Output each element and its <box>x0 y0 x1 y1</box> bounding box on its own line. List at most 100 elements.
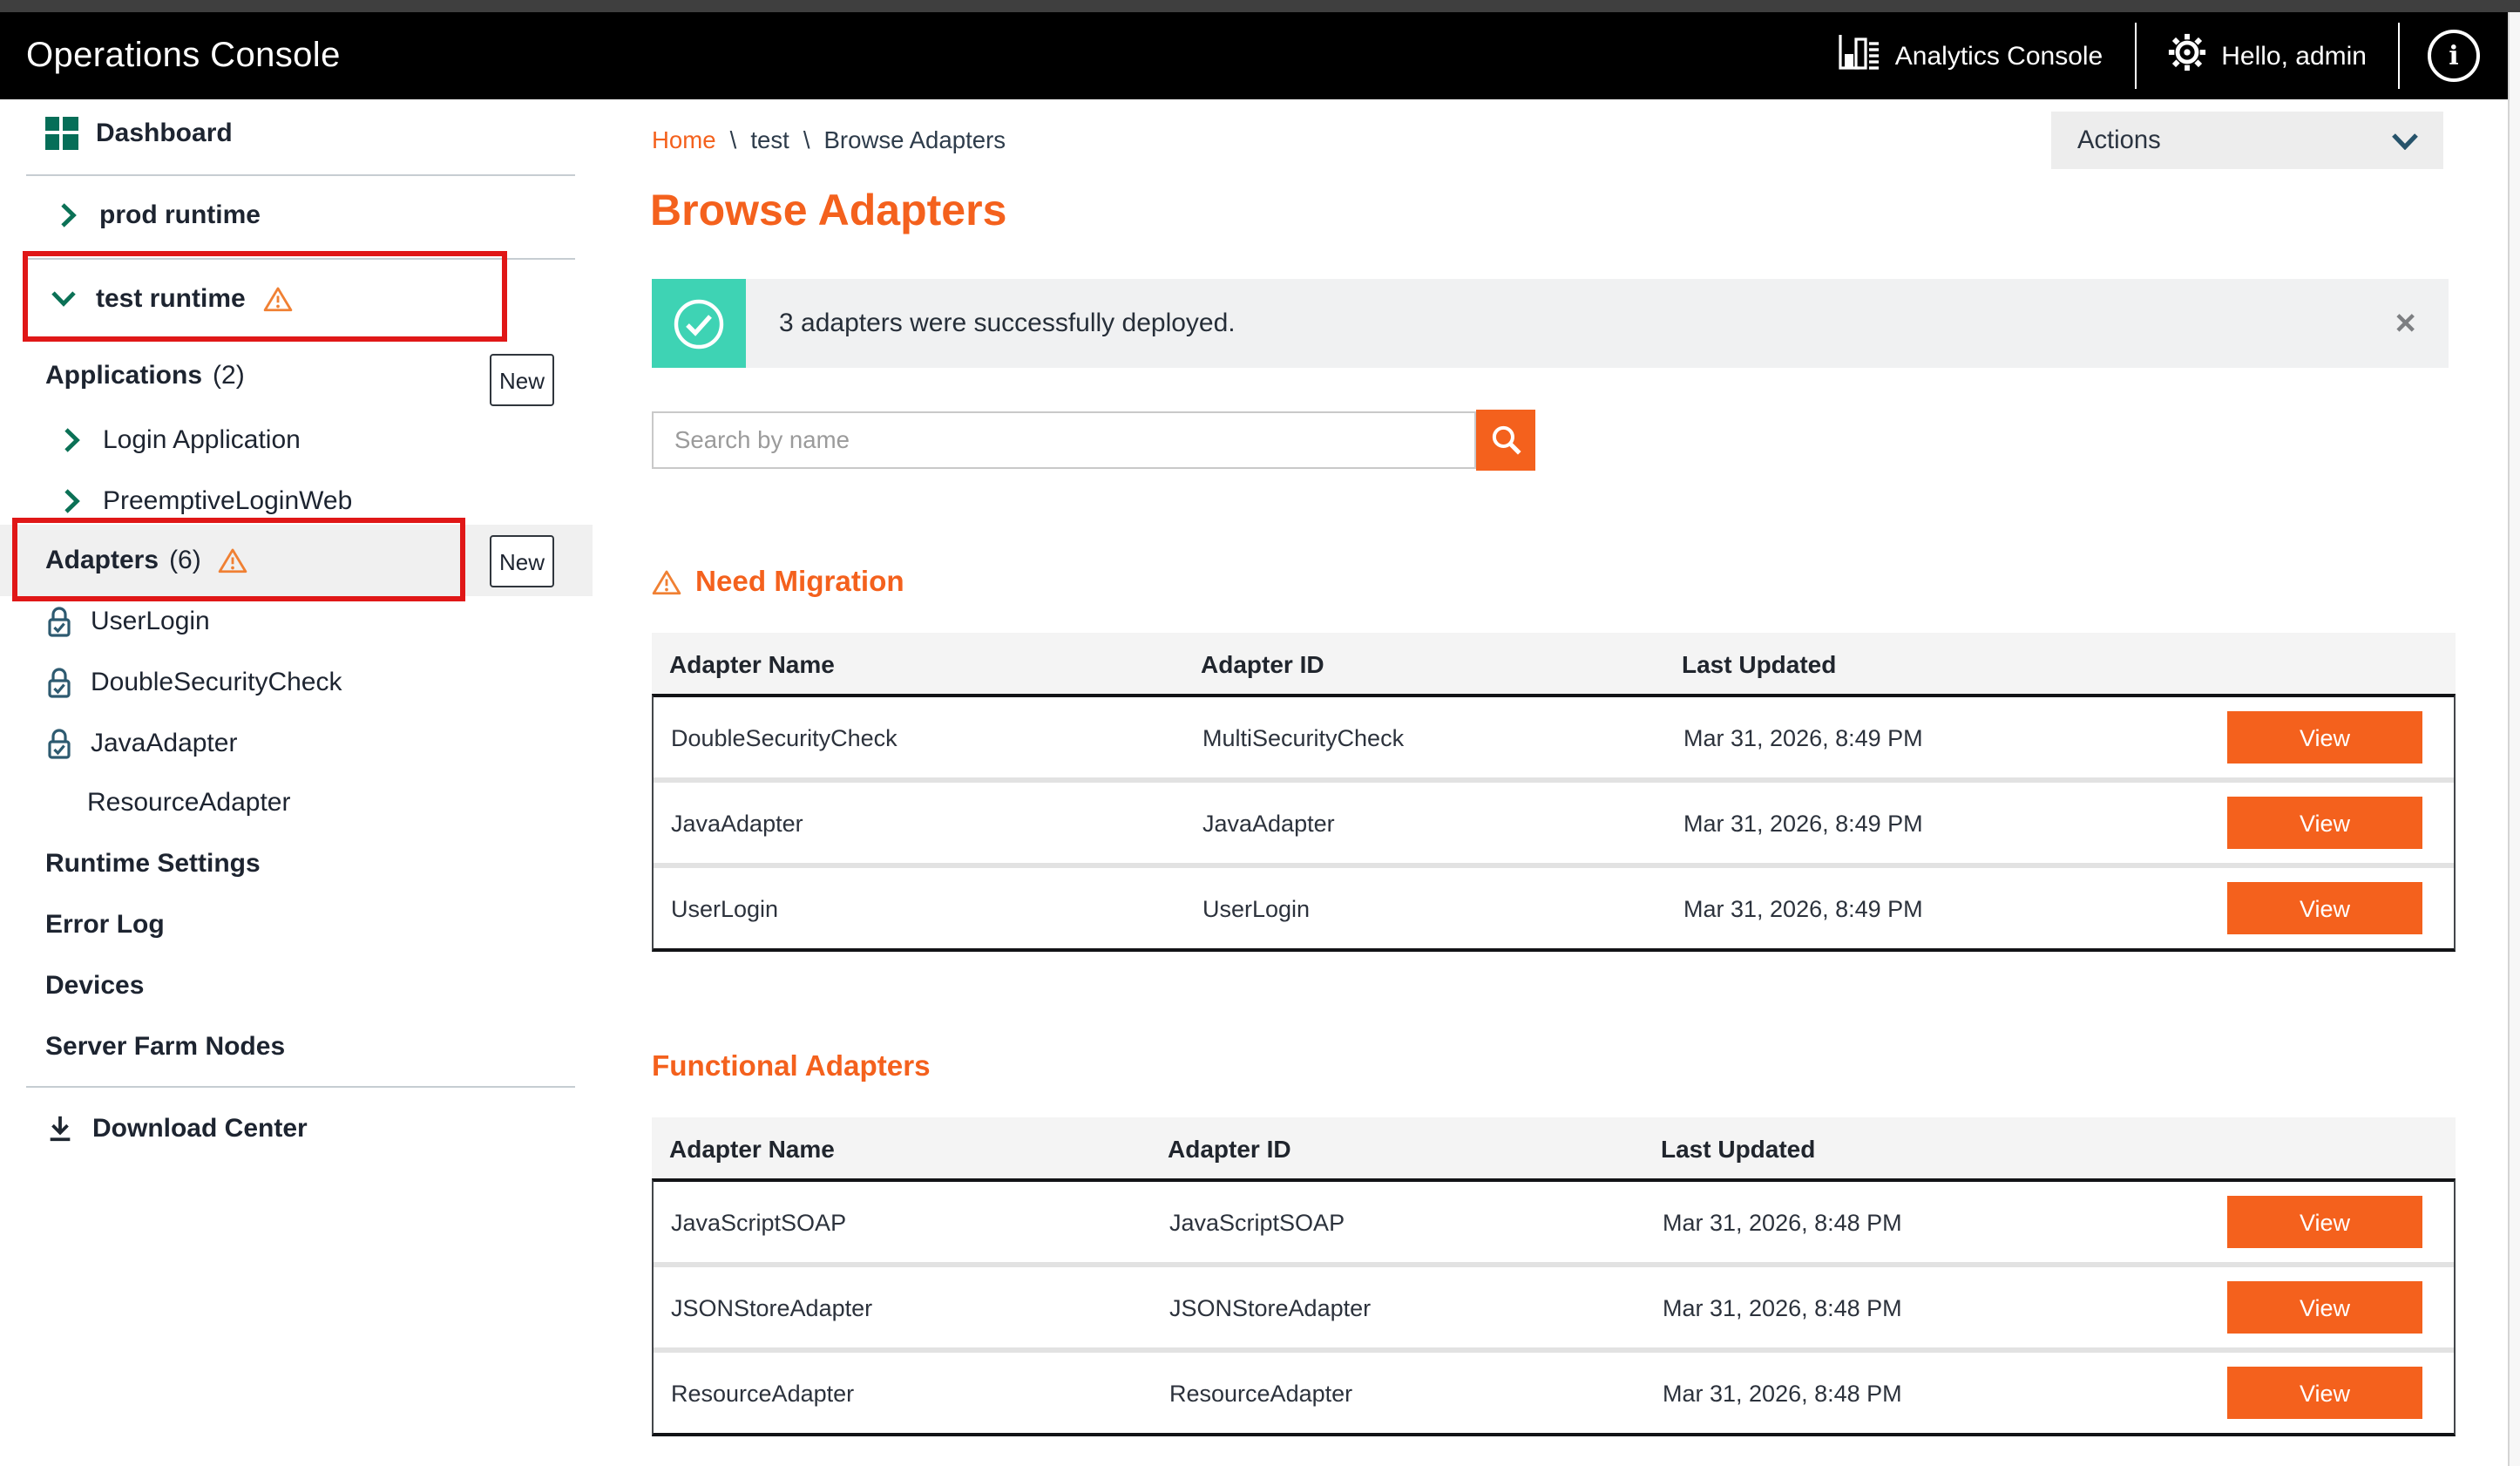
table-row: DoubleSecurityCheck MultiSecurityCheck M… <box>654 697 2454 777</box>
adapter-id-cell: ResourceAdapter <box>1169 1380 1663 1406</box>
lock-check-icon <box>44 726 73 759</box>
last-updated-cell: Mar 31, 2026, 8:49 PM <box>1683 895 2227 921</box>
analytics-console-button[interactable]: Analytics Console <box>1806 12 2134 99</box>
sidebar-item-userlogin[interactable]: UserLogin <box>0 600 636 641</box>
breadcrumb: Home \ test \ Browse Adapters <box>652 127 1006 153</box>
chevron-down-icon <box>49 289 78 307</box>
sidebar-item-prod-runtime[interactable]: prod runtime <box>0 193 645 235</box>
table-row: JSONStoreAdapter JSONStoreAdapter Mar 31… <box>654 1262 2454 1347</box>
sidebar-item-login-application[interactable]: Login Application <box>0 418 648 460</box>
last-updated-cell: Mar 31, 2026, 8:48 PM <box>1663 1380 2227 1406</box>
view-button[interactable]: View <box>2227 882 2422 934</box>
page-title: Browse Adapters <box>650 187 1006 237</box>
search-button[interactable] <box>1476 410 1535 471</box>
need-migration-section: Need Migration Adapter Name Adapter ID L… <box>652 563 2456 952</box>
sidebar-item-download-center[interactable]: Download Center <box>0 1107 638 1149</box>
actions-dropdown[interactable]: Actions <box>2051 112 2443 169</box>
column-last-updated: Last Updated <box>1661 1134 2456 1162</box>
last-updated-cell: Mar 31, 2026, 8:49 PM <box>1683 810 2227 836</box>
adapter-id-cell: JavaAdapter <box>1202 810 1683 836</box>
last-updated-cell: Mar 31, 2026, 8:49 PM <box>1683 724 2227 750</box>
adapter-id-cell: JavaScriptSOAP <box>1169 1209 1663 1235</box>
view-button[interactable]: View <box>2227 797 2422 849</box>
breadcrumb-separator: \ <box>803 127 810 153</box>
chevron-right-icon <box>56 426 85 452</box>
warning-icon <box>652 567 681 598</box>
scrollbar[interactable] <box>2508 12 2520 1466</box>
app-window: Operations Console Analytics C <box>0 0 2520 1466</box>
adapter-id-cell: UserLogin <box>1202 895 1683 921</box>
lock-check-icon <box>44 604 73 637</box>
sidebar-divider <box>26 174 575 176</box>
adapter-name-cell: JavaScriptSOAP <box>654 1209 1169 1235</box>
sidebar-item-dashboard[interactable]: Dashboard <box>0 112 638 153</box>
new-adapter-button[interactable]: New <box>490 535 554 587</box>
user-settings-button[interactable]: Hello, admin <box>2136 12 2398 99</box>
breadcrumb-separator: \ <box>730 127 737 153</box>
chevron-right-icon <box>52 201 82 227</box>
user-greeting: Hello, admin <box>2221 41 2367 71</box>
gear-icon <box>2167 33 2205 78</box>
table-row: UserLogin UserLogin Mar 31, 2026, 8:49 P… <box>654 863 2454 948</box>
sidebar-item-javaadapter[interactable]: JavaAdapter <box>0 722 636 764</box>
search-input[interactable] <box>652 411 1476 469</box>
info-button[interactable]: i <box>2400 12 2508 99</box>
sidebar-divider <box>26 1086 575 1088</box>
table-row: JavaScriptSOAP JavaScriptSOAP Mar 31, 20… <box>654 1182 2454 1262</box>
sidebar-item-runtime-settings[interactable]: Runtime Settings <box>0 842 638 884</box>
actions-label: Actions <box>2077 126 2161 154</box>
sidebar-item-server-farm-nodes[interactable]: Server Farm Nodes <box>0 1025 638 1067</box>
table-row: ResourceAdapter ResourceAdapter Mar 31, … <box>654 1347 2454 1433</box>
adapter-name-cell: JSONStoreAdapter <box>654 1294 1169 1320</box>
success-check-icon <box>652 279 746 368</box>
adapter-name-cell: JavaAdapter <box>654 810 1202 836</box>
adapter-name-cell: UserLogin <box>654 895 1202 921</box>
app-title: Operations Console <box>0 36 341 76</box>
view-button[interactable]: View <box>2227 1281 2422 1334</box>
main-content: Home \ test \ Browse Adapters Actions Br… <box>593 99 2508 1466</box>
sidebar-divider <box>26 258 575 260</box>
table-header: Adapter Name Adapter ID Last Updated <box>652 633 2456 694</box>
info-icon: i <box>2428 30 2480 82</box>
column-adapter-name: Adapter Name <box>652 1134 1168 1162</box>
table-body: DoubleSecurityCheck MultiSecurityCheck M… <box>652 694 2456 952</box>
adapter-id-cell: MultiSecurityCheck <box>1202 724 1683 750</box>
adapter-name-cell: ResourceAdapter <box>654 1380 1169 1406</box>
view-button[interactable]: View <box>2227 1196 2422 1248</box>
new-application-button[interactable]: New <box>490 354 554 406</box>
column-adapter-id: Adapter ID <box>1168 1134 1661 1162</box>
dashboard-grid-icon <box>45 116 78 149</box>
success-banner: 3 adapters were successfully deployed. ✕ <box>652 279 2449 368</box>
column-last-updated: Last Updated <box>1682 649 2456 677</box>
breadcrumb-current-page: Browse Adapters <box>824 127 1006 153</box>
breadcrumb-runtime-link[interactable]: test <box>750 127 789 153</box>
column-adapter-id: Adapter ID <box>1201 649 1682 677</box>
search-icon <box>1489 424 1522 457</box>
banner-message: 3 adapters were successfully deployed. <box>779 309 2362 338</box>
column-adapter-name: Adapter Name <box>652 649 1201 677</box>
view-button[interactable]: View <box>2227 1367 2422 1419</box>
sidebar-item-devices[interactable]: Devices <box>0 964 638 1006</box>
analytics-chart-icon <box>1838 33 1880 78</box>
functional-adapters-section: Functional Adapters Adapter Name Adapter… <box>652 1048 2456 1436</box>
sidebar: Dashboard prod runtime test runtime Appl… <box>0 99 594 1466</box>
sidebar-item-doublesecuritycheck[interactable]: DoubleSecurityCheck <box>0 661 636 702</box>
download-icon <box>45 1113 75 1143</box>
sidebar-item-error-log[interactable]: Error Log <box>0 903 638 945</box>
sidebar-item-test-runtime[interactable]: test runtime <box>0 277 641 319</box>
need-migration-heading: Need Migration <box>652 563 2456 601</box>
view-button[interactable]: View <box>2227 711 2422 764</box>
app-header: Operations Console Analytics C <box>0 12 2508 99</box>
adapter-id-cell: JSONStoreAdapter <box>1169 1294 1663 1320</box>
sidebar-item-resourceadapter[interactable]: ResourceAdapter <box>0 781 680 823</box>
table-row: JavaAdapter JavaAdapter Mar 31, 2026, 8:… <box>654 777 2454 863</box>
table-header: Adapter Name Adapter ID Last Updated <box>652 1117 2456 1178</box>
sidebar-item-preemptiveloginweb[interactable]: PreemptiveLoginWeb <box>0 479 648 521</box>
warning-icon <box>263 283 293 313</box>
breadcrumb-home-link[interactable]: Home <box>652 127 716 153</box>
functional-adapters-heading: Functional Adapters <box>652 1048 2456 1086</box>
last-updated-cell: Mar 31, 2026, 8:48 PM <box>1663 1209 2227 1235</box>
close-icon[interactable]: ✕ <box>2362 306 2449 341</box>
warning-icon <box>219 545 248 574</box>
last-updated-cell: Mar 31, 2026, 8:48 PM <box>1663 1294 2227 1320</box>
